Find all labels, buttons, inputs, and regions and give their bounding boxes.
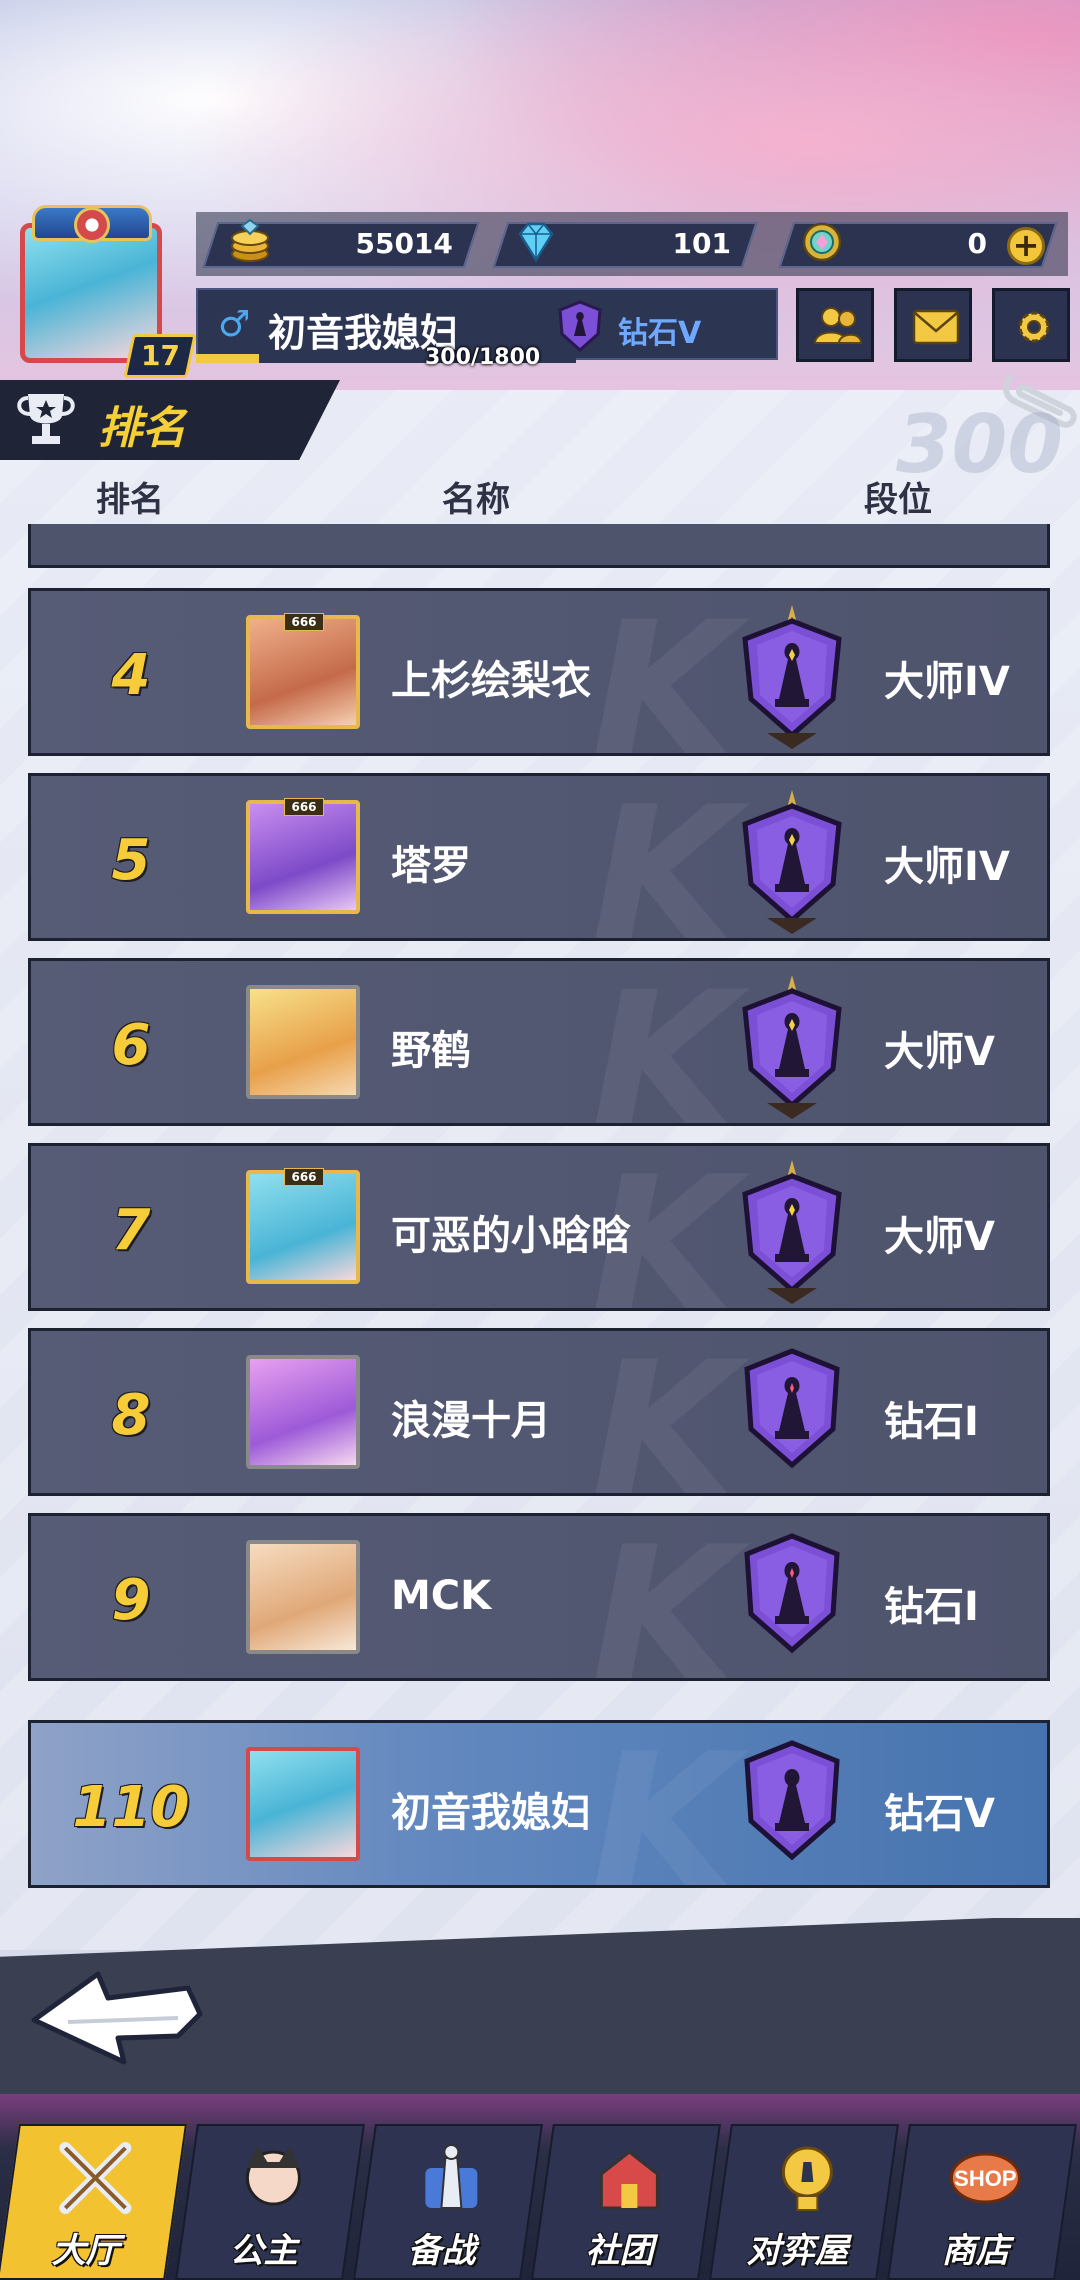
master-rank-emblem-icon [742, 1160, 842, 1304]
row-decoration: K [591, 773, 739, 941]
nav-item-5[interactable]: SHOP 商店 [887, 2124, 1077, 2280]
player-name: 浪漫十月 [391, 1398, 551, 1444]
master-rank-emblem-icon [742, 790, 842, 934]
xp-text: 300/1800 [425, 345, 541, 370]
chess-pieces-icon [425, 2144, 478, 2209]
friends-icon [813, 307, 863, 344]
row-decoration: K [591, 958, 739, 1126]
player-tier: 大师V [884, 1029, 995, 1075]
gear-icon [1018, 311, 1050, 343]
rank-number: 6 [111, 1013, 151, 1078]
diamond-rank-emblem-icon [558, 300, 602, 352]
player-tier: 钻石I [884, 1584, 979, 1630]
watermark-300: 300 [896, 398, 1063, 491]
player-avatar-thumb[interactable] [246, 1355, 360, 1469]
diamond-rank-emblem-icon [744, 1533, 840, 1654]
nav-item-2[interactable]: 备战 [353, 2124, 543, 2280]
xp-progress-fill [196, 354, 260, 363]
player-tier: 大师IV [884, 844, 1010, 890]
rainbow-gem-icon [802, 222, 842, 262]
ranking-row[interactable]: K 9 MCK 钻石I [28, 1513, 1050, 1681]
master-rank-emblem-icon [742, 605, 842, 749]
player-tier: 钻石I [884, 1399, 979, 1445]
rank-number: 7 [111, 1198, 151, 1263]
rank-number: 8 [111, 1383, 151, 1448]
shop-sign-icon: SHOP [949, 2152, 1021, 2204]
back-arrow-button[interactable] [28, 1958, 208, 2068]
nav-item-0[interactable]: 大厅 [0, 2124, 187, 2280]
male-gender-icon: ♂ [218, 304, 251, 345]
player-avatar-thumb[interactable] [246, 1540, 360, 1654]
svg-text:SHOP: SHOP [954, 2166, 1016, 2191]
ranking-row[interactable]: K 4 666 上杉绘梨衣 大师IV [28, 588, 1050, 756]
player-name: 可恶的小晗晗 [391, 1213, 631, 1259]
diamond-rank-emblem-icon [744, 1740, 840, 1861]
gold-value: 55014 [355, 227, 453, 260]
nav-label: 大厅 [51, 2231, 120, 2271]
nav-label: 公主 [229, 2231, 298, 2271]
own-tier: 钻石V [884, 1791, 995, 1837]
avatar-frame-emblem [74, 207, 110, 243]
row-decoration: K [591, 1328, 739, 1496]
player-avatar-thumb[interactable]: 666 [246, 798, 360, 914]
princess-icon [245, 2146, 301, 2206]
player-rank: 钻石V [618, 316, 702, 351]
rank-number: 9 [111, 1568, 151, 1633]
column-header-rank: 排名 [96, 480, 164, 520]
gold-coin-stack-icon [231, 218, 269, 262]
player-avatar-thumb[interactable]: 666 [246, 1168, 360, 1284]
own-player-name: 初音我媳妇 [391, 1790, 591, 1836]
nav-label: 社团 [585, 2231, 654, 2271]
player-avatar-thumb[interactable] [246, 985, 360, 1099]
player-tier: 大师IV [884, 659, 1010, 705]
ranking-title: 排名 [98, 403, 186, 454]
ranking-row[interactable]: K 6 野鹤 大师V [28, 958, 1050, 1126]
nav-item-4[interactable]: 对弈屋 [709, 2124, 899, 2280]
avatar-frame-tag: 666 [284, 1168, 324, 1186]
diamond-rank-emblem-icon [744, 1348, 840, 1469]
mail-button[interactable] [894, 288, 972, 362]
player-name: MCK [391, 1573, 492, 1619]
avatar-frame-tag: 666 [284, 798, 324, 816]
nav-item-3[interactable]: 社团 [531, 2124, 721, 2280]
diamond-value: 101 [672, 227, 731, 260]
player-name: 塔罗 [391, 843, 471, 889]
own-rank-number: 110 [72, 1775, 190, 1840]
blue-diamond-icon [518, 222, 554, 263]
friends-button[interactable] [796, 288, 874, 362]
column-header-name: 名称 [442, 480, 510, 520]
settings-button[interactable] [992, 288, 1070, 362]
crossed-swords-icon [59, 2142, 132, 2214]
nav-item-1[interactable]: 公主 [175, 2124, 365, 2280]
player-name: 野鹤 [391, 1028, 471, 1074]
master-rank-emblem-icon [742, 975, 842, 1119]
ranking-row[interactable]: K 5 666 塔罗 大师IV [28, 773, 1050, 941]
ranking-row[interactable]: K 7 666 可恶的小晗晗 大师V [28, 1143, 1050, 1311]
own-ranking-row[interactable]: K 110 初音我媳妇 钻石V [28, 1720, 1050, 1888]
rank-number: 5 [111, 828, 151, 893]
gem-value: 0 [967, 227, 987, 260]
guild-castle-icon [599, 2150, 659, 2210]
mail-icon [912, 309, 960, 345]
rank-number: 4 [111, 643, 151, 708]
own-avatar [246, 1747, 360, 1861]
player-name: 上杉绘梨衣 [391, 658, 591, 704]
add-gem-button[interactable]: + [1007, 227, 1045, 265]
nav-label: 商店 [941, 2231, 1010, 2271]
trophy-icon [17, 394, 75, 444]
row-decoration: K [591, 588, 739, 756]
golden-chess-trophy-icon [781, 2146, 833, 2211]
player-tier: 大师V [884, 1214, 995, 1260]
row-decoration: K [591, 1720, 739, 1888]
player-avatar-thumb[interactable]: 666 [246, 613, 360, 729]
partial-list-row [28, 524, 1050, 568]
ranking-row[interactable]: K 8 浪漫十月 钻石I [28, 1328, 1050, 1496]
nav-label: 备战 [407, 2231, 476, 2271]
avatar-frame-tag: 666 [284, 613, 324, 631]
nav-label: 对弈屋 [746, 2231, 849, 2271]
row-decoration: K [591, 1513, 739, 1681]
player-level-badge: 17 [123, 334, 197, 378]
